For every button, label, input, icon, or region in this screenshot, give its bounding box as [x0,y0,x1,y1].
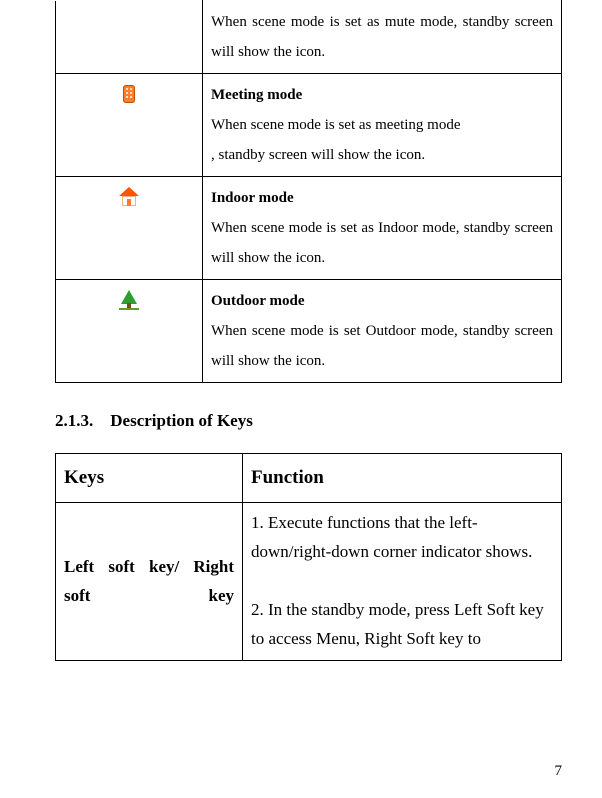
row-title: Indoor mode [211,190,294,206]
page: When scene mode is set as mute mode, sta… [0,0,602,798]
desc-cell: When scene mode is set as mute mode, sta… [203,1,562,74]
row-desc: When scene mode is set Outdoor mode, sta… [211,323,553,369]
icon-cell [56,74,203,177]
section-heading: 2.1.3. Description of Keys [55,411,562,431]
desc-cell: Indoor mode When scene mode is set as In… [203,177,562,280]
desc-cell: Meeting mode When scene mode is set as m… [203,74,562,177]
table-row: When scene mode is set as mute mode, sta… [56,1,562,74]
key-function-cell: 1. Execute functions that the left-down/… [243,503,562,660]
table-row: Indoor mode When scene mode is set as In… [56,177,562,280]
row-desc: When scene mode is set as meeting mode [211,117,461,133]
key-function-text: 1. Execute functions that the left-down/… [251,513,532,561]
table-row: Meeting mode When scene mode is set as m… [56,74,562,177]
icon-cell [56,177,203,280]
outdoor-mode-icon [119,290,139,310]
page-number: 7 [555,763,563,780]
key-name: Left soft key/ Right soft key [64,553,234,611]
section-title: Description of Keys [110,411,253,430]
desc-cell: Outdoor mode When scene mode is set Outd… [203,280,562,383]
table-row: Keys Function [56,454,562,503]
key-name-cell: Left soft key/ Right soft key [56,503,243,660]
meeting-mode-icon [120,84,138,104]
key-function-text: 2. In the standby mode, press Left Soft … [251,600,544,648]
row-title: Meeting mode [211,87,302,103]
keys-header-col1: Keys [56,454,243,503]
keys-table: Keys Function Left soft key/ Right soft … [55,453,562,661]
row-desc: When scene mode is set as Indoor mode, s… [211,220,553,266]
row-title: Outdoor mode [211,293,304,309]
table-row: Outdoor mode When scene mode is set Outd… [56,280,562,383]
icon-cell [56,280,203,383]
table-row: Left soft key/ Right soft key 1. Execute… [56,503,562,660]
row-desc: When scene mode is set as mute mode, sta… [211,14,553,60]
scene-modes-table: When scene mode is set as mute mode, sta… [55,0,562,383]
keys-header-col2: Function [243,454,562,503]
indoor-mode-icon [119,187,139,207]
row-desc: , standby screen will show the icon. [211,147,425,163]
icon-cell [56,1,203,74]
section-number: 2.1.3. [55,411,93,430]
